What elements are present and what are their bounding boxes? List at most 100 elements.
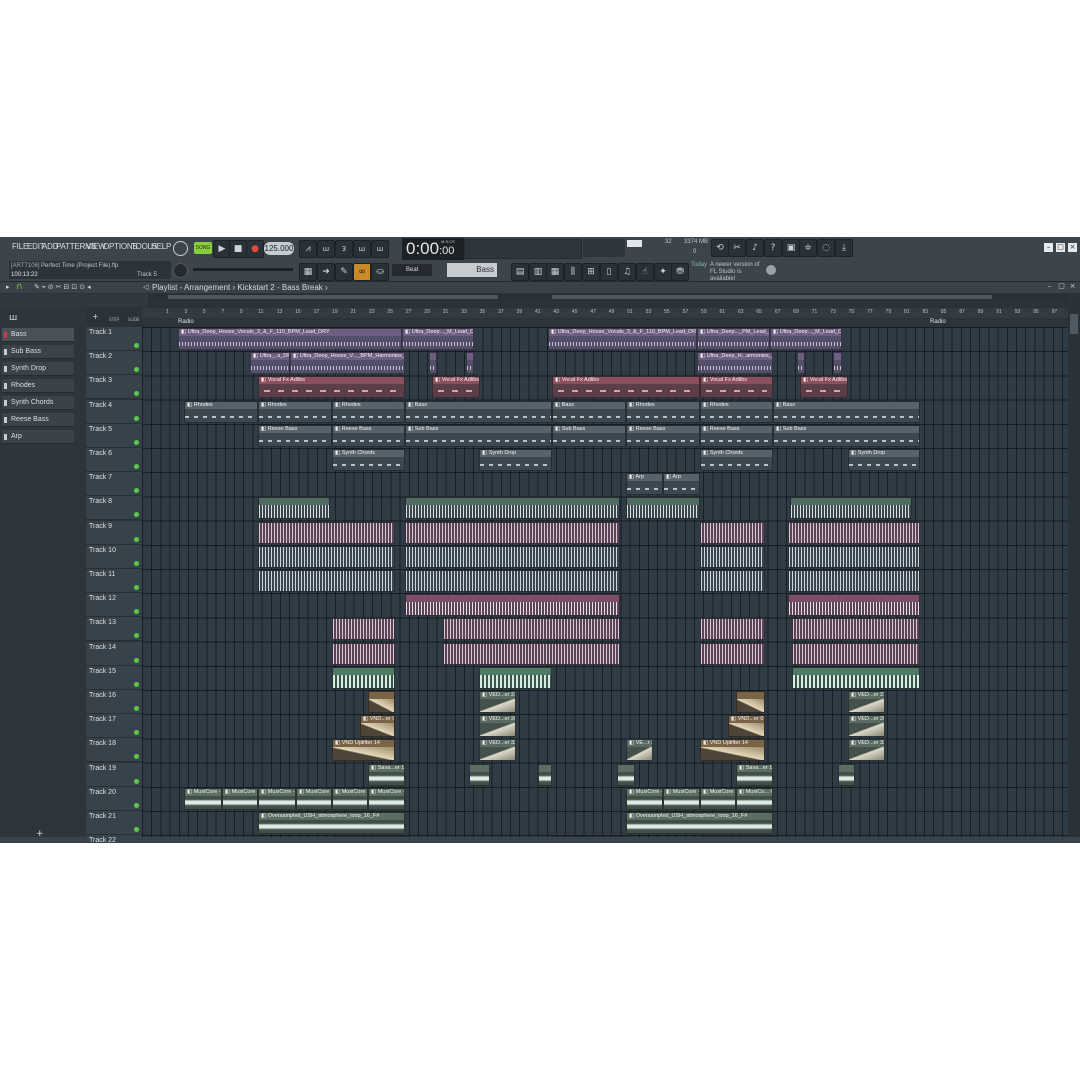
playlist-clip[interactable]: [258, 570, 395, 592]
arrow-icon[interactable]: ➜: [317, 263, 335, 281]
playlist-clip[interactable]: ◧ Synth Drop: [479, 449, 552, 471]
pattern-item-synth-chords[interactable]: Synth Chords: [2, 396, 74, 410]
track-mute-led[interactable]: [134, 681, 139, 687]
playlist-clip[interactable]: ◧ Synth Drop: [848, 449, 920, 471]
playlist-maximize-icon[interactable]: □: [1058, 283, 1065, 290]
add-track-icon[interactable]: +: [92, 312, 99, 321]
playlist-clip[interactable]: ◧ MusiCore -...: [296, 787, 332, 810]
step-sequencer-icon[interactable]: ▥: [529, 263, 547, 281]
track-header[interactable]: Track 2: [86, 351, 142, 376]
playlist-clip[interactable]: ◧ Arp: [663, 473, 700, 496]
playlist-clip[interactable]: [700, 521, 765, 544]
playlist-clip[interactable]: ◧ Oversampled_USH_atmosphere_loop_16_F#: [626, 812, 773, 834]
playlist-clip[interactable]: [700, 618, 765, 641]
download-icon[interactable]: ⤓: [835, 239, 853, 257]
playlist-clip[interactable]: ◧ MusiCore -...: [700, 787, 736, 810]
playlist-clip[interactable]: ◧ Ultra_Deep..._M_Lead_DRY: [770, 328, 842, 350]
playlist-tool-icons[interactable]: ✎⌖⊘✂⊟⊡⊙◂: [34, 283, 93, 292]
track-header[interactable]: Track 8: [86, 496, 142, 521]
snap-selector[interactable]: Beat: [392, 264, 432, 276]
playlist-clip[interactable]: ◧ Ultra_Deep_House_Vocals_3_&_F_110_BPM_…: [178, 328, 402, 350]
playlist-clip[interactable]: ◧ Rhodes: [700, 400, 773, 423]
playlist-clip[interactable]: ◧ Rhodes: [332, 400, 405, 423]
playlist-clip[interactable]: [700, 545, 765, 568]
playlist-clip[interactable]: ◧ Vocal Fx Adlibs: [700, 376, 773, 399]
track-header[interactable]: Track 18: [86, 738, 142, 763]
playlist-clip[interactable]: [792, 618, 920, 641]
track-header[interactable]: Track 20: [86, 786, 142, 811]
playlist-clip[interactable]: ◧ MusiCore -...: [663, 787, 700, 810]
track-mute-led[interactable]: [134, 536, 139, 542]
mixer-window-icon[interactable]: ⫼: [564, 263, 582, 281]
playlist-clip[interactable]: ◧ Bass: [773, 400, 920, 423]
playlist-clip[interactable]: ◧ Rhodes: [258, 400, 332, 423]
menu-help[interactable]: HELP: [151, 242, 171, 251]
playlist-clip[interactable]: [258, 497, 330, 520]
playlist-clip[interactable]: [479, 666, 552, 689]
track-mute-led[interactable]: [134, 560, 139, 566]
pattern-item-sub-bass[interactable]: Sub Bass: [2, 345, 74, 359]
picker-icon[interactable]: ш: [9, 313, 17, 323]
breadcrumb-pattern[interactable]: Kickstart 2 - Bass Break: [237, 283, 322, 292]
playlist-clip[interactable]: ◧ Rhodes: [626, 400, 700, 423]
master-volume-knob[interactable]: [173, 263, 188, 278]
playlist-clip[interactable]: [332, 642, 395, 665]
track-mute-led[interactable]: [134, 343, 139, 348]
tempo-display[interactable]: 125.000: [264, 242, 294, 255]
playlist-clip[interactable]: [700, 642, 765, 665]
track-mute-led[interactable]: [134, 754, 139, 760]
undo-icon[interactable]: ⟲: [711, 239, 729, 257]
track-mute-led[interactable]: [134, 706, 139, 711]
help-icon[interactable]: ?: [764, 239, 782, 257]
playlist-clip[interactable]: [405, 497, 620, 520]
playlist-clip[interactable]: ◧ Sub Bass: [773, 424, 920, 447]
track-header[interactable]: Track 14: [86, 641, 142, 666]
touch-icon[interactable]: ☝: [636, 263, 654, 281]
playlist-clip[interactable]: ◧ Bass: [552, 400, 626, 423]
playlist-clip[interactable]: [538, 763, 552, 786]
save-icon[interactable]: ▣: [782, 239, 800, 257]
timeline-ruler[interactable]: 1 3 5 7 9 11 13 15 17 19 21 23 25 27 29 31 33 35 37 39 41 43 4…: [142, 308, 1076, 318]
playlist-clip[interactable]: ◧ Synth Chords: [700, 449, 773, 471]
playlist-clip[interactable]: ◧ VED...er 28: [848, 715, 885, 738]
playlist-clip[interactable]: [792, 666, 920, 689]
track-mute-led[interactable]: [134, 609, 139, 615]
playlist-close-icon[interactable]: ×: [1069, 283, 1076, 290]
playlist-clip[interactable]: ◧ VND...er 07: [360, 715, 395, 738]
playlist-clip[interactable]: ◧ MusiCore -...: [222, 787, 258, 810]
track-mute-led[interactable]: [134, 367, 139, 373]
track-mute-led[interactable]: [134, 464, 139, 469]
playlist-clip[interactable]: ◧ Ultra_Deep..._M_Lead_DRY: [402, 328, 474, 350]
playlist-clip[interactable]: ◧ Synth Chords: [332, 449, 405, 471]
playlist-clip[interactable]: [332, 666, 395, 689]
track-mute-led[interactable]: [134, 391, 139, 397]
stamp-icon[interactable]: ⛀: [371, 263, 389, 281]
pencil-icon[interactable]: ✎: [335, 263, 353, 281]
playlist-clip[interactable]: ◧ VND...er 07: [728, 715, 765, 738]
playlist-clip[interactable]: ◧ VED...er 32: [479, 739, 516, 762]
track-header[interactable]: Track 17: [86, 714, 142, 739]
track-mute-led[interactable]: [134, 633, 139, 639]
playlist-clip[interactable]: [792, 642, 920, 665]
playlist-clip[interactable]: [258, 521, 395, 544]
track-header[interactable]: Track 21: [86, 811, 142, 835]
playlist-clip[interactable]: [617, 763, 635, 786]
track-mute-led[interactable]: [134, 439, 139, 445]
playlist-clip[interactable]: ◧ VND Uplifter 14: [700, 739, 765, 762]
track-header[interactable]: Track 3: [86, 375, 142, 400]
news-globe-icon[interactable]: [766, 265, 776, 275]
track-header[interactable]: Track 22: [86, 835, 142, 843]
playlist-clip[interactable]: ◧ MusiCore -...: [184, 787, 222, 810]
track-header[interactable]: Track 15: [86, 665, 142, 690]
pattern-item-bass[interactable]: Bass: [2, 328, 74, 342]
marker-radio[interactable]: Radio: [930, 319, 946, 325]
magnet-icon[interactable]: ∩: [16, 282, 23, 292]
track-header[interactable]: Track 13: [86, 617, 142, 642]
playlist-clip[interactable]: ◧ Reese Bass: [626, 424, 700, 447]
playlist-clip[interactable]: [443, 642, 620, 665]
playlist-grid[interactable]: ◧ Ultra_Deep_House_Vocals_3_&_F_110_BPM_…: [142, 327, 1068, 843]
playlist-clip[interactable]: ◧ Vocal Fx Adlibs: [258, 376, 405, 399]
scroll-thumb[interactable]: [1070, 314, 1078, 334]
playlist-clip[interactable]: [405, 545, 620, 568]
countdown-icon[interactable]: 3: [335, 240, 353, 258]
